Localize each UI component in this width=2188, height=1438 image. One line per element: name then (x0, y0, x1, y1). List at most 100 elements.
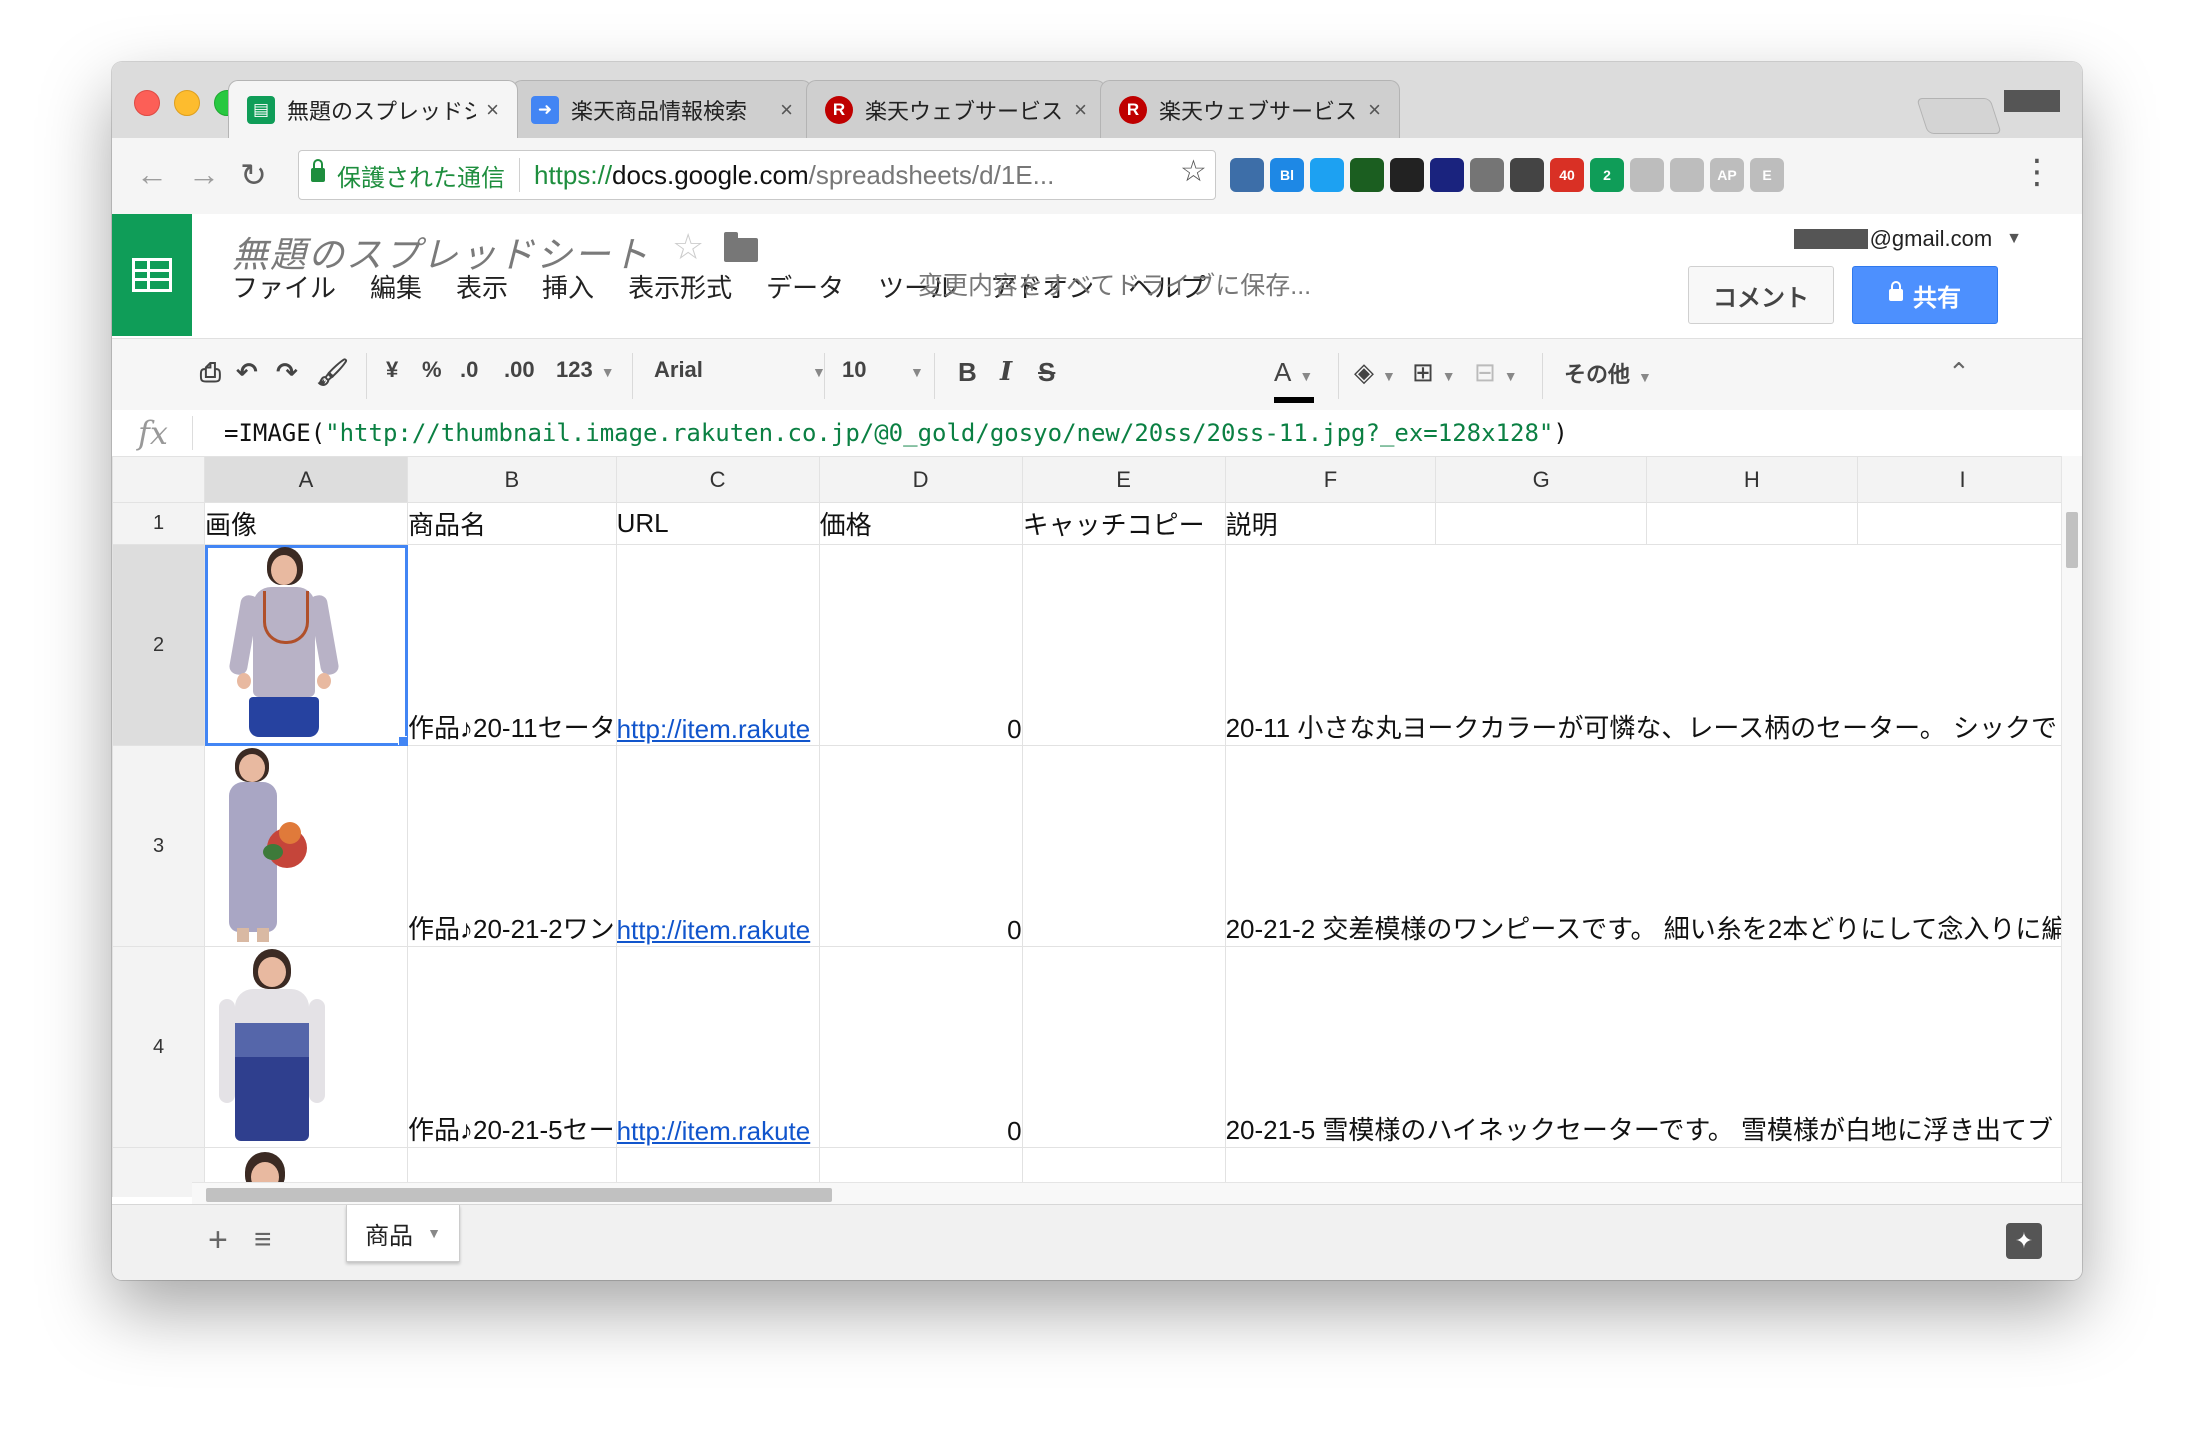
close-icon[interactable]: × (486, 97, 499, 123)
account-switcher[interactable]: @gmail.com ▼ (1793, 226, 2022, 252)
gmail-extension-icon[interactable]: 40 (1550, 158, 1584, 192)
horizontal-scroll-thumb[interactable] (206, 1188, 832, 1202)
column-header-e[interactable]: E (1021, 456, 1226, 503)
close-icon[interactable]: × (1074, 97, 1087, 123)
sync-extension-icon[interactable] (1510, 158, 1544, 192)
product-name-cell[interactable]: 作品♪20-21-2ワン (407, 745, 617, 947)
product-url-cell[interactable]: http://item.rakute (615, 745, 820, 947)
product-name-cell[interactable]: 作品♪20-21-5セー (407, 946, 617, 1148)
profile-icon[interactable] (2004, 90, 2060, 112)
cell-h1[interactable] (1645, 502, 1858, 545)
row-header[interactable]: 3 (112, 745, 205, 947)
product-url-cell[interactable]: http://item.rakute (615, 946, 820, 1148)
browser-menu-icon[interactable]: ⋮ (2020, 152, 2054, 192)
description-cell[interactable]: 20-21-5 雪模様のハイネックセーターです。 雪模様が白地に浮き出てブ (1224, 946, 2069, 1148)
paint-format-icon[interactable]: 🖌 (316, 357, 349, 388)
description-cell[interactable]: 20-21-2 交差模様のワンピースです。 細い糸を2本どりにして念入りに編 (1224, 745, 2069, 947)
comment-button[interactable]: コメント (1688, 266, 1834, 324)
add-sheet-icon[interactable]: + (208, 1221, 228, 1260)
cell-a1[interactable]: 画像 (204, 502, 408, 545)
vertical-scrollbar[interactable] (2061, 456, 2082, 1197)
menu-view[interactable]: 表示 (456, 268, 508, 305)
browser-tab-rakuten-item[interactable]: R 楽天ウェブサービス: 楽天商品 × (1100, 80, 1400, 138)
price-cell[interactable]: 0 (818, 544, 1023, 746)
folder-icon[interactable] (724, 232, 758, 262)
horizontal-scrollbar[interactable] (192, 1182, 2082, 1205)
row-header[interactable] (112, 1147, 205, 1197)
price-cell[interactable]: 0 (818, 745, 1023, 947)
minimize-window-button[interactable] (174, 90, 200, 116)
sheet-tab-products[interactable]: 商品 ▼ (346, 1205, 460, 1262)
share-button[interactable]: 共有 (1852, 266, 1998, 324)
cell-i1[interactable] (1856, 502, 2069, 545)
formula-input[interactable]: =IMAGE("http://thumbnail.image.rakuten.c… (224, 419, 1568, 447)
browser-tab-rakuten-webservice[interactable]: R 楽天ウェブサービス(RAKUTE × (806, 80, 1106, 138)
browser-tab-rakuten-search[interactable]: ➜ 楽天商品情報検索 × (512, 80, 812, 138)
product-image-cell[interactable] (204, 544, 408, 746)
close-icon[interactable]: × (1368, 97, 1381, 123)
catchcopy-cell[interactable] (1021, 745, 1226, 947)
percent-format-button[interactable]: % (422, 357, 442, 383)
menu-insert[interactable]: 挿入 (542, 268, 594, 305)
decrease-decimal-button[interactable]: .0 (460, 357, 478, 383)
column-header-f[interactable]: F (1224, 456, 1437, 503)
bl-extension-icon[interactable]: Bl (1270, 158, 1304, 192)
menu-data[interactable]: データ (766, 268, 844, 305)
row-header[interactable]: 1 (112, 502, 205, 545)
mail-extension-icon[interactable] (1470, 158, 1504, 192)
column-header-c[interactable]: C (615, 456, 820, 503)
forward-icon[interactable]: → (188, 156, 220, 193)
cell-f1[interactable]: 説明 (1224, 502, 1437, 545)
product-image-cell[interactable] (204, 745, 408, 947)
gear-extension-icon[interactable] (1230, 158, 1264, 192)
increase-decimal-button[interactable]: .00 (504, 357, 535, 383)
menu-format[interactable]: 表示形式 (628, 268, 732, 305)
number-format-dropdown[interactable]: 123 ▼ (556, 357, 615, 383)
vertical-scroll-thumb[interactable] (2066, 512, 2078, 568)
close-icon[interactable]: × (780, 97, 793, 123)
product-url-cell[interactable]: http://item.rakute (615, 544, 820, 746)
cell-b1[interactable]: 商品名 (407, 502, 617, 545)
reload-icon[interactable]: ↻ (240, 156, 267, 194)
row-header[interactable]: 2 (112, 544, 205, 746)
catchcopy-cell[interactable] (1021, 544, 1226, 746)
fill-handle[interactable] (398, 736, 407, 745)
explore-icon[interactable]: ✦ (2006, 1223, 2042, 1259)
all-sheets-icon[interactable]: ≡ (254, 1223, 272, 1257)
text-color-button[interactable]: A ▼ (1274, 357, 1313, 388)
address-bar[interactable]: 保護された通信 https://docs.google.com/spreadsh… (298, 150, 1216, 200)
collapse-icon[interactable]: ⌃ (1948, 357, 1970, 388)
sheets-home-icon[interactable] (112, 214, 192, 336)
puzzle-extension-icon[interactable] (1670, 158, 1704, 192)
price-cell[interactable]: 0 (818, 946, 1023, 1148)
borders-button[interactable]: ⊞ ▼ (1412, 357, 1456, 388)
rss-extension-icon[interactable] (1630, 158, 1664, 192)
ap-extension-icon[interactable]: AP (1710, 158, 1744, 192)
more-button[interactable]: その他 ▼ (1564, 357, 1652, 389)
italic-button[interactable]: I (1000, 357, 1012, 387)
cell-d1[interactable]: 価格 (818, 502, 1023, 545)
undo-icon[interactable]: ↶ (236, 357, 258, 388)
catchcopy-cell[interactable] (1021, 946, 1226, 1148)
browser-tab-sheets[interactable]: ▤ 無題のスプレッドシート - Go × (228, 80, 518, 138)
e-extension-icon[interactable]: E (1750, 158, 1784, 192)
strikethrough-button[interactable]: S (1038, 357, 1055, 388)
column-header-g[interactable]: G (1435, 456, 1647, 503)
close-window-button[interactable] (134, 90, 160, 116)
dropdown-arrow-icon[interactable]: ▼ (427, 1225, 441, 1241)
bold-button[interactable]: B (958, 357, 977, 388)
column-header-a[interactable]: A (204, 456, 408, 503)
print-icon[interactable]: ⎙ (200, 357, 221, 389)
font-size-dropdown[interactable]: 10 ▼ (842, 357, 924, 383)
hangouts-extension-icon[interactable]: 2 (1590, 158, 1624, 192)
row-header[interactable]: 4 (112, 946, 205, 1148)
product-image-cell[interactable] (204, 946, 408, 1148)
column-header-d[interactable]: D (818, 456, 1023, 503)
column-header-b[interactable]: B (407, 456, 617, 503)
description-cell[interactable]: 20-11 小さな丸ヨークカラーが可憐な、レース柄のセーター。 シックで (1224, 544, 2069, 746)
cell-c1[interactable]: URL (615, 502, 820, 545)
font-family-dropdown[interactable]: Arial ▼ (654, 357, 826, 383)
redo-icon[interactable]: ↷ (276, 357, 298, 388)
chart-extension-icon[interactable] (1430, 158, 1464, 192)
back-icon[interactable]: ← (136, 156, 168, 193)
